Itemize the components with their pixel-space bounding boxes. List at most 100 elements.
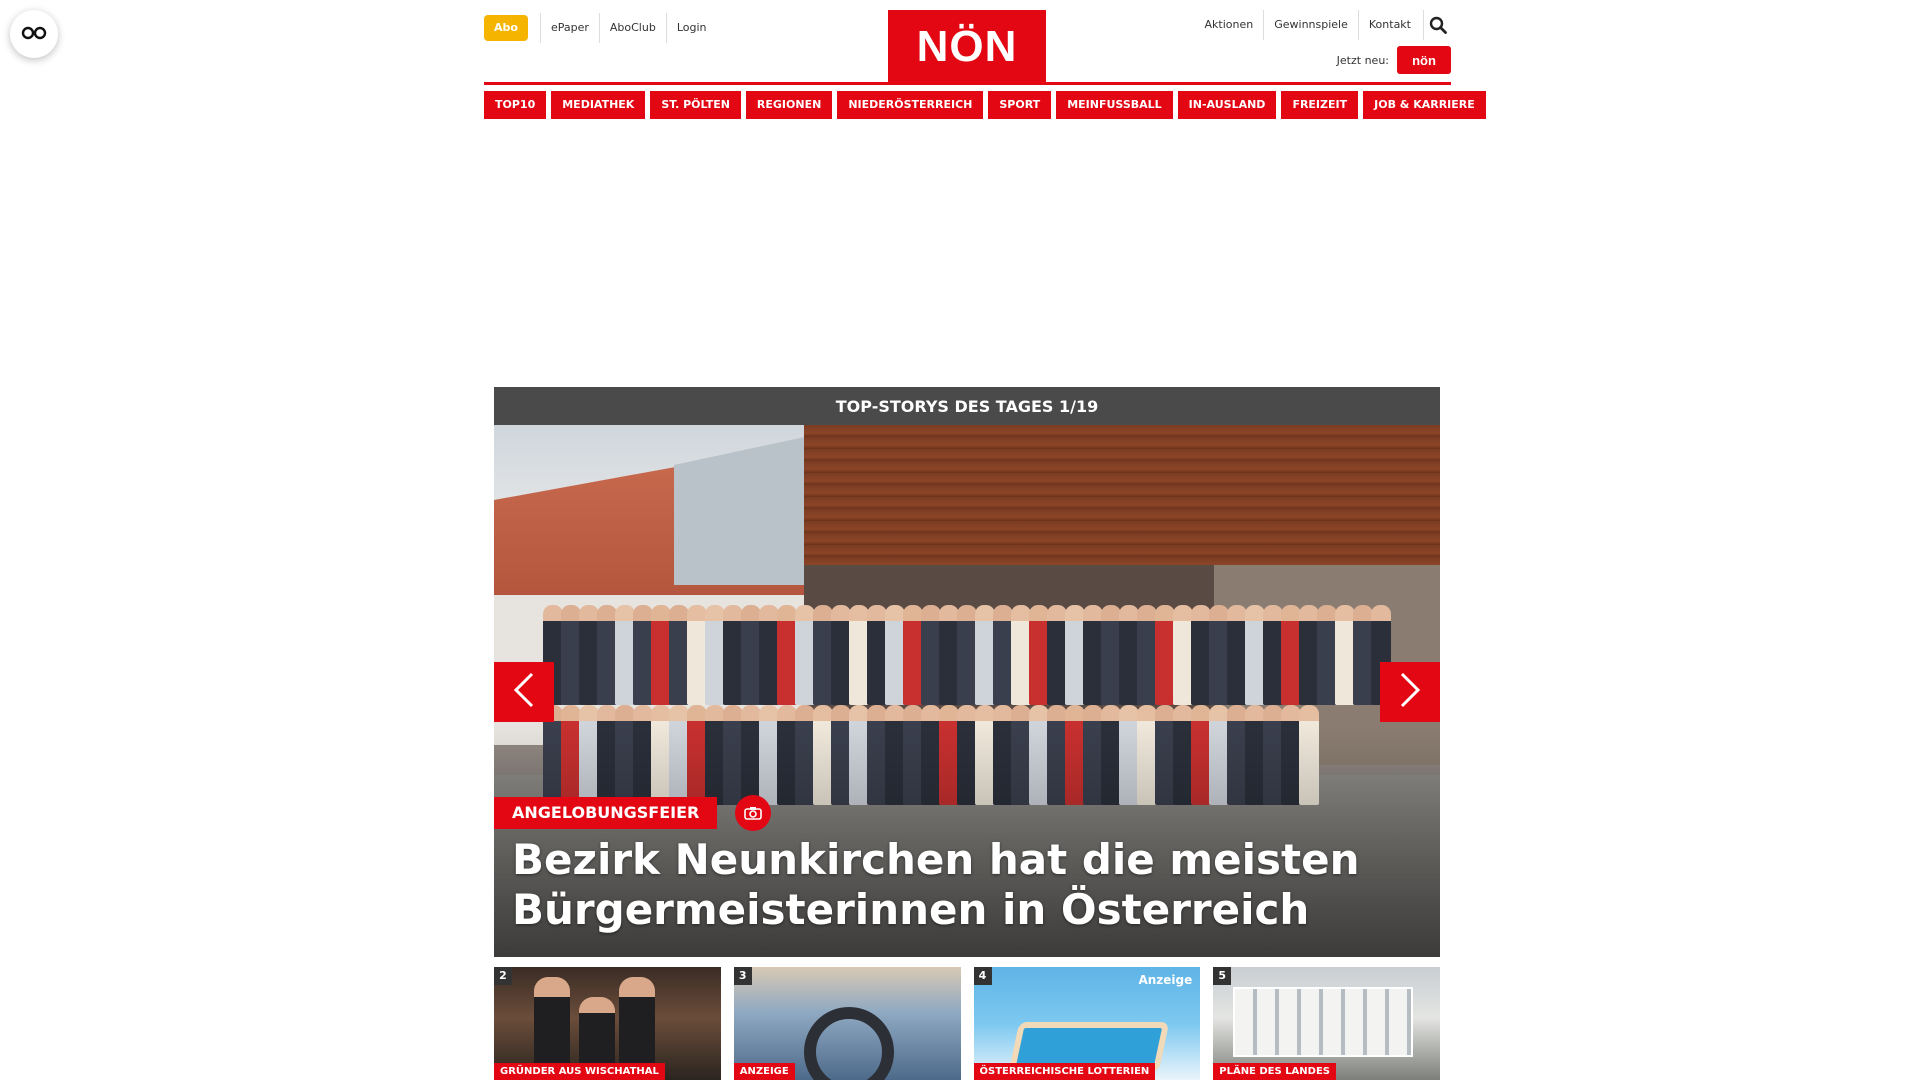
story-headline[interactable]: Bezirk Neunkirchen hat die meisten Bürge… bbox=[512, 835, 1412, 935]
photo-person bbox=[1083, 605, 1103, 705]
photo-person bbox=[1281, 605, 1301, 705]
top-stories-slider: TOP-STORYS DES TAGES 1/19 ANGELOBUNGSFEI… bbox=[494, 387, 1440, 957]
story-kicker[interactable]: ANGELOBUNGSFEIER bbox=[494, 797, 718, 829]
nav-item-freizeit[interactable]: FREIZEIT bbox=[1281, 91, 1359, 119]
thumbnail-story-4[interactable]: 4 Anzeige ÖSTERREICHISCHE LOTTERIEN bbox=[973, 967, 1201, 1080]
photo-person bbox=[1155, 605, 1175, 705]
photo-person bbox=[1353, 605, 1373, 705]
photo-person bbox=[1029, 605, 1049, 705]
photo-person bbox=[903, 605, 923, 705]
thumbnail-tag: ANZEIGE bbox=[733, 1063, 795, 1080]
photo-person bbox=[957, 605, 977, 705]
photo-person bbox=[1191, 605, 1211, 705]
thumbnail-tag: ÖSTERREICHISCHE LOTTERIEN bbox=[973, 1063, 1156, 1080]
thumb-steering-wheel bbox=[803, 1007, 894, 1080]
photo-person bbox=[939, 605, 959, 705]
epaper-link[interactable]: ePaper bbox=[539, 13, 599, 43]
thumbnail-story-3[interactable]: 3 ANZEIGE bbox=[733, 967, 961, 1080]
nav-item-in-ausland[interactable]: IN-AUSLAND bbox=[1177, 91, 1277, 119]
jetzt-neu-logo[interactable]: nön bbox=[1397, 46, 1451, 74]
kontakt-link[interactable]: Kontakt bbox=[1357, 10, 1421, 40]
photo-person bbox=[849, 605, 869, 705]
thumbnail-number: 3 bbox=[733, 967, 752, 985]
thumb-figure bbox=[534, 977, 570, 1077]
camera-icon bbox=[735, 795, 772, 831]
photo-person bbox=[1011, 605, 1031, 705]
nav-item-st-poelten[interactable]: ST. PÖLTEN bbox=[650, 91, 741, 119]
photo-person bbox=[615, 605, 635, 705]
photo-roof-metal bbox=[674, 435, 814, 585]
photo-person bbox=[795, 605, 815, 705]
thumbnail-number: 5 bbox=[1213, 967, 1232, 985]
reader-mode-button[interactable] bbox=[10, 10, 58, 58]
nav-item-sport[interactable]: SPORT bbox=[988, 91, 1052, 119]
utility-links-left: Abo ePaper AboClub Login bbox=[484, 13, 717, 43]
photo-person bbox=[975, 605, 995, 705]
photo-person bbox=[1317, 605, 1337, 705]
utility-links-right: Aktionen Gewinnspiele Kontakt bbox=[1195, 10, 1451, 40]
aktionen-link[interactable]: Aktionen bbox=[1195, 10, 1264, 40]
nav-item-top10[interactable]: TOP10 bbox=[484, 91, 547, 119]
chevron-left-icon bbox=[512, 672, 536, 712]
photo-person bbox=[1335, 605, 1355, 705]
thumb-figure bbox=[619, 977, 655, 1077]
photo-person bbox=[777, 605, 797, 705]
photo-person bbox=[993, 605, 1013, 705]
top-story-image[interactable]: ANGELOBUNGSFEIER Bezirk Neunkirchen hat … bbox=[494, 425, 1440, 957]
photo-person bbox=[1101, 605, 1121, 705]
photo-person bbox=[1119, 605, 1139, 705]
photo-person bbox=[1137, 605, 1157, 705]
photo-person bbox=[1245, 605, 1265, 705]
aboclub-link[interactable]: AboClub bbox=[598, 13, 666, 43]
photo-person bbox=[1299, 605, 1319, 705]
slider-prev-button[interactable] bbox=[494, 662, 554, 722]
photo-person bbox=[1227, 605, 1247, 705]
thumbnail-story-5[interactable]: 5 PLÄNE DES LANDES bbox=[1213, 967, 1440, 1080]
gewinnspiele-link[interactable]: Gewinnspiele bbox=[1263, 10, 1358, 40]
photo-person bbox=[1047, 605, 1067, 705]
nav-item-job-karriere[interactable]: JOB & KARRIERE bbox=[1363, 91, 1486, 119]
abo-button[interactable]: Abo bbox=[484, 15, 528, 41]
anzeige-label: Anzeige bbox=[1138, 973, 1193, 987]
story-kicker-row: ANGELOBUNGSFEIER bbox=[494, 795, 772, 831]
photo-wood-facade bbox=[804, 425, 1440, 565]
nav-item-niederoesterreich[interactable]: NIEDERÖSTERREICH bbox=[837, 91, 984, 119]
glasses-icon bbox=[21, 25, 47, 44]
photo-person bbox=[1209, 605, 1229, 705]
slider-heading: TOP-STORYS DES TAGES 1/19 bbox=[494, 387, 1440, 425]
nav-item-meinfussball[interactable]: MEINFUSSBALL bbox=[1056, 91, 1173, 119]
photo-person bbox=[723, 605, 743, 705]
chevron-right-icon bbox=[1398, 672, 1422, 712]
nav-item-mediathek[interactable]: MEDIATHEK bbox=[551, 91, 646, 119]
header-divider bbox=[484, 82, 1451, 85]
thumbnail-story-2[interactable]: 2 GRÜNDER AUS WISCHATHAL bbox=[494, 967, 721, 1080]
jetzt-neu-promo[interactable]: Jetzt neu: nön bbox=[1337, 46, 1451, 74]
photo-person bbox=[759, 605, 779, 705]
photo-person bbox=[1173, 605, 1193, 705]
site-logo[interactable]: NÖN bbox=[888, 10, 1046, 84]
site-header: Abo ePaper AboClub Login NÖN Aktionen Ge… bbox=[484, 0, 1486, 125]
page: Abo ePaper AboClub Login NÖN Aktionen Ge… bbox=[0, 0, 1920, 1080]
photo-person bbox=[921, 605, 941, 705]
thumbnail-tag: PLÄNE DES LANDES bbox=[1213, 1063, 1337, 1080]
main-nav: TOP10 MEDIATHEK ST. PÖLTEN REGIONEN NIED… bbox=[484, 91, 1486, 119]
photo-person bbox=[651, 605, 671, 705]
photo-person bbox=[561, 605, 581, 705]
search-icon[interactable] bbox=[1423, 10, 1451, 40]
photo-person bbox=[705, 605, 725, 705]
photo-person bbox=[741, 605, 761, 705]
photo-person bbox=[687, 605, 707, 705]
login-link[interactable]: Login bbox=[665, 13, 717, 43]
slider-next-button[interactable] bbox=[1380, 662, 1440, 722]
photo-person bbox=[885, 605, 905, 705]
jetzt-neu-label: Jetzt neu: bbox=[1336, 53, 1389, 67]
thumbnail-number: 4 bbox=[973, 967, 992, 985]
photo-person bbox=[1263, 605, 1283, 705]
photo-person bbox=[579, 605, 599, 705]
photo-person bbox=[1065, 605, 1085, 705]
thumbnail-number: 2 bbox=[494, 967, 512, 985]
photo-person bbox=[813, 605, 833, 705]
nav-item-regionen[interactable]: REGIONEN bbox=[745, 91, 833, 119]
thumbnail-tag: GRÜNDER AUS WISCHATHAL bbox=[494, 1063, 665, 1080]
photo-person bbox=[669, 605, 689, 705]
